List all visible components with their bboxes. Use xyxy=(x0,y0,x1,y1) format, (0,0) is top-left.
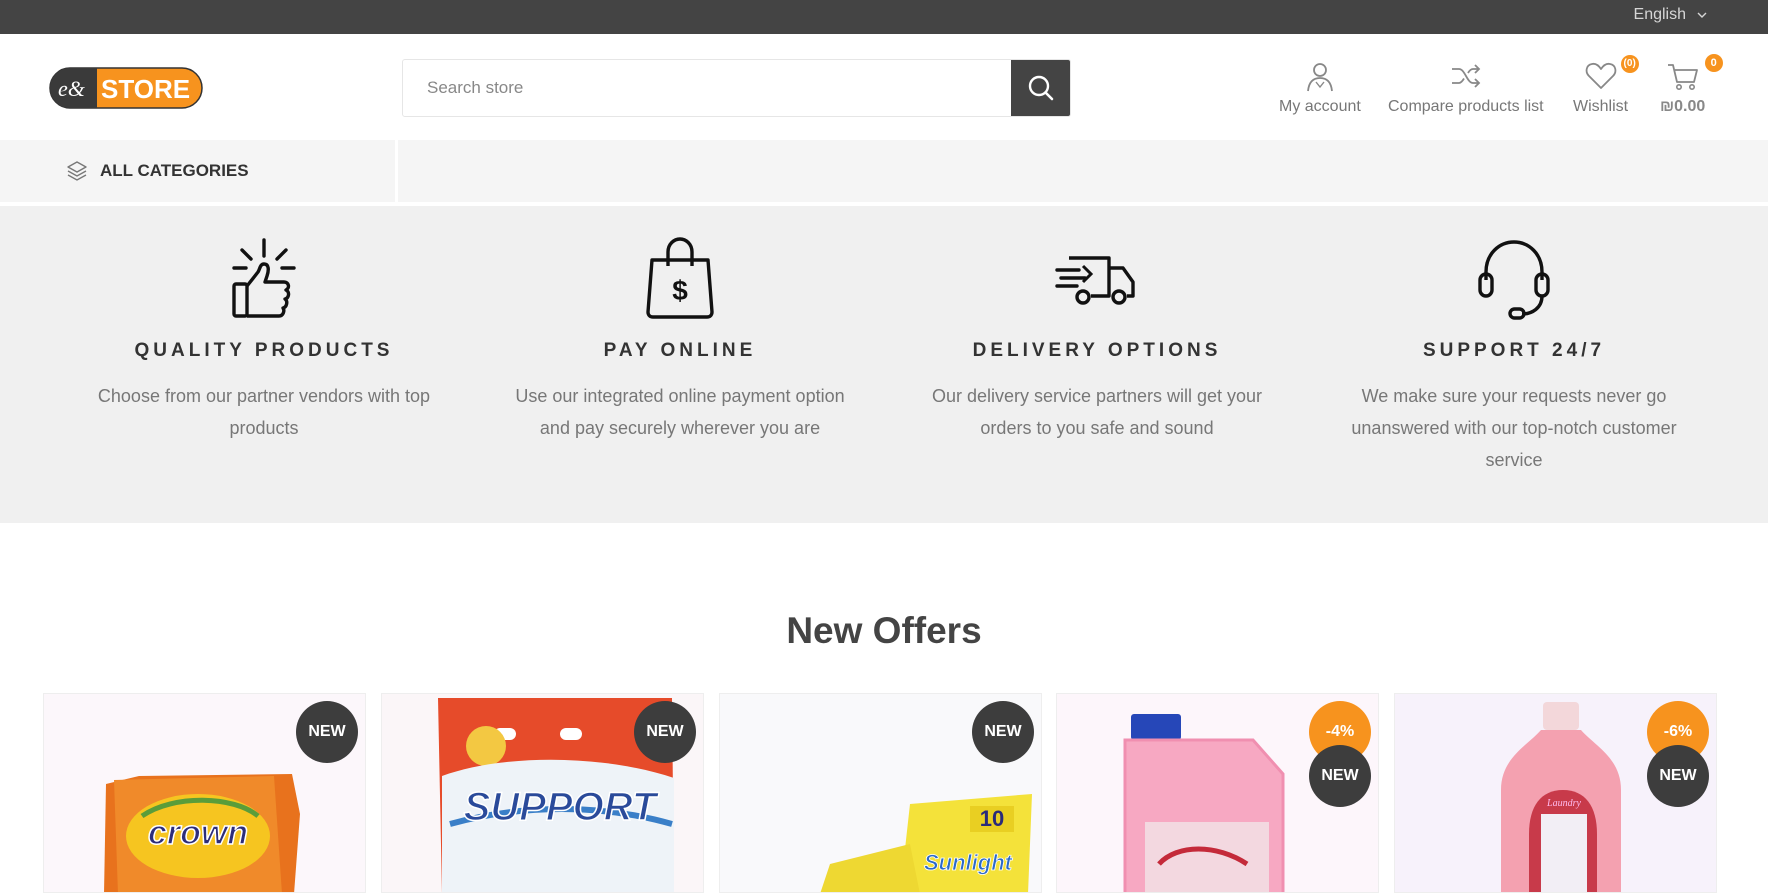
new-badge: NEW xyxy=(296,701,358,763)
language-label: English xyxy=(1633,6,1686,23)
product-card[interactable]: -4% NEW xyxy=(1056,693,1379,893)
category-navbar: ALL CATEGORIES xyxy=(0,140,1768,202)
search-button[interactable] xyxy=(1011,60,1070,116)
product-image-text: Sunlight xyxy=(924,850,1014,875)
thumbs-up-icon xyxy=(232,238,296,318)
top-bar: English xyxy=(0,0,1768,34)
feature-pay-online: $ PAY ONLINE Use our integrated online p… xyxy=(510,206,850,444)
wishlist-label: Wishlist xyxy=(1573,98,1629,115)
feature-text: Our delivery service partners will get y… xyxy=(931,386,1263,438)
logo-mark: e& xyxy=(58,76,86,101)
shopping-bag-dollar-icon: $ xyxy=(646,237,714,319)
product-image-text: SUPPORT xyxy=(464,785,660,829)
feature-support: SUPPORT 24/7 We make sure your requests … xyxy=(1344,206,1684,476)
logo-text: STORE xyxy=(101,74,190,104)
new-badge: NEW xyxy=(972,701,1034,763)
product-image-text: Laundry xyxy=(1546,798,1581,809)
new-badge: NEW xyxy=(1309,745,1371,807)
feature-quality: QUALITY PRODUCTS Choose from our partner… xyxy=(94,206,434,444)
layers-icon xyxy=(67,161,87,181)
heart-icon xyxy=(1585,62,1616,89)
new-badge: NEW xyxy=(1647,745,1709,807)
wishlist-count-badge: (0) xyxy=(1620,55,1639,73)
cart-link[interactable]: 0 ₪0.00 xyxy=(1660,54,1723,116)
my-account-label: My account xyxy=(1279,98,1361,115)
product-card[interactable]: SUPPORT NEW xyxy=(381,693,704,893)
delivery-truck-icon xyxy=(1055,256,1135,305)
language-selector[interactable]: English xyxy=(1634,0,1708,30)
user-icon xyxy=(1307,63,1333,92)
svg-text:$: $ xyxy=(672,275,688,306)
features-section: QUALITY PRODUCTS Choose from our partner… xyxy=(0,206,1768,523)
all-categories-button[interactable]: ALL CATEGORIES xyxy=(0,140,398,202)
feature-text: We make sure your requests never go unan… xyxy=(1351,386,1677,470)
feature-title: SUPPORT 24/7 xyxy=(1422,340,1606,361)
search-input[interactable] xyxy=(403,60,1011,116)
wishlist-link[interactable]: (0) Wishlist xyxy=(1573,55,1639,116)
cart-count-badge: 0 xyxy=(1704,54,1723,72)
search-bar xyxy=(402,59,1071,117)
product-card[interactable]: Laundry -6% NEW xyxy=(1394,693,1717,893)
product-image-text: crown xyxy=(148,814,248,852)
cart-total: ₪0.00 xyxy=(1660,98,1706,115)
feature-text: Choose from our partner vendors with top… xyxy=(97,386,431,438)
feature-title: QUALITY PRODUCTS xyxy=(134,340,394,361)
my-account-link[interactable]: My account xyxy=(1279,58,1361,116)
search-icon xyxy=(1028,75,1053,101)
all-categories-label: ALL CATEGORIES xyxy=(100,161,249,180)
new-offers-heading: New Offers xyxy=(786,610,982,651)
shuffle-icon xyxy=(1451,64,1481,88)
compare-label: Compare products list xyxy=(1388,98,1544,115)
product-card[interactable]: crown NEW xyxy=(43,693,366,893)
feature-title: DELIVERY OPTIONS xyxy=(972,340,1222,361)
feature-title: PAY ONLINE xyxy=(603,340,757,361)
compare-products-link[interactable]: Compare products list xyxy=(1388,58,1544,116)
chevron-down-icon xyxy=(1697,12,1707,18)
cart-icon xyxy=(1667,64,1698,90)
store-logo[interactable]: e& STORE xyxy=(49,67,203,109)
feature-delivery: DELIVERY OPTIONS Our delivery service pa… xyxy=(927,206,1267,444)
headset-icon xyxy=(1478,240,1550,320)
header: e& STORE My account Compare products lis… xyxy=(0,34,1768,140)
new-badge: NEW xyxy=(634,701,696,763)
product-price-sticker-text: 10 xyxy=(980,806,1004,831)
product-card[interactable]: 10 Sunlight NEW xyxy=(719,693,1042,893)
feature-text: Use our integrated online payment option… xyxy=(515,386,845,438)
